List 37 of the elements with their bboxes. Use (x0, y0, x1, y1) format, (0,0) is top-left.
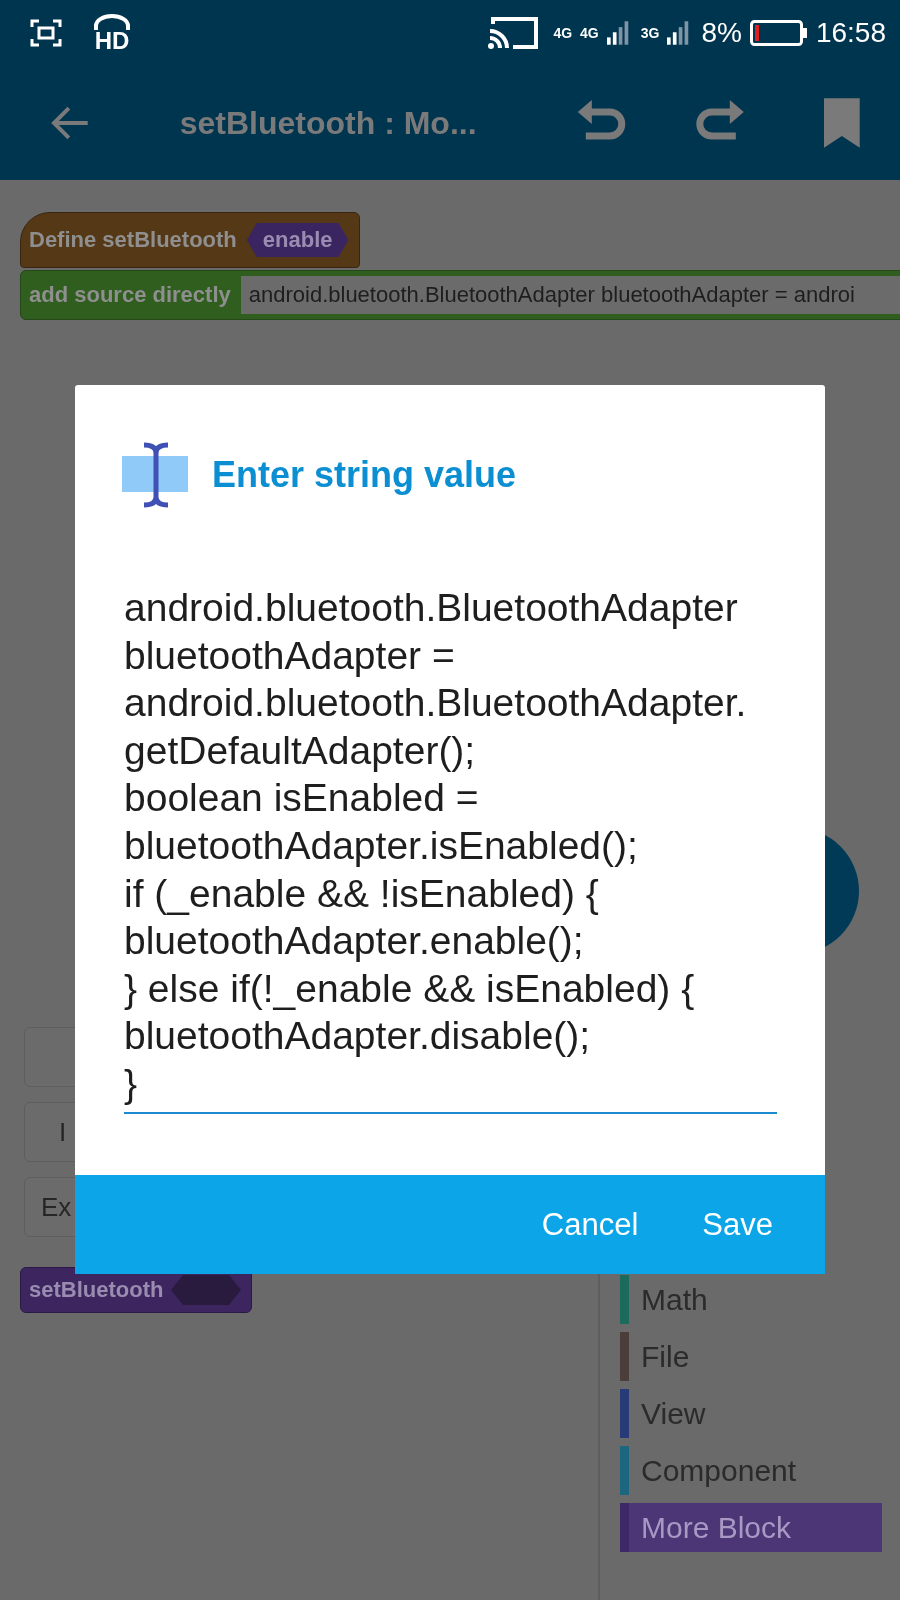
category-label: File (641, 1339, 690, 1374)
block-label: add source directly (29, 282, 231, 308)
bookmark-icon[interactable] (824, 98, 860, 148)
palette-item[interactable]: More Block (620, 1503, 882, 1552)
signal-icon (606, 19, 629, 47)
hd-label: HD (94, 30, 130, 52)
text-input-field[interactable]: android.bluetooth.BluetoothAdapter bluetoothAdapter = android.bluetooth.BluetoothAdapter. getDefaultAdapter(); boolean isEnabled = bluetoothAdapter.isEnabled(); if (_enable && !isEnabled) { bluetoothAdapter.enable(); } else if(!_enable && isEnabled) { bluetoothAdapter.disable(); } (124, 584, 777, 1114)
battery-percent: 8% (701, 17, 742, 49)
dialog-title: Enter string value (212, 454, 517, 496)
signal-icon (667, 19, 690, 47)
palette-item[interactable]: Component (620, 1446, 882, 1495)
define-block[interactable]: Define setBluetooth enable (20, 212, 360, 268)
parameter-chip[interactable]: enable (246, 223, 349, 257)
palette-item[interactable]: Math (620, 1275, 882, 1324)
category-label: Component (641, 1453, 797, 1488)
network-label: 4G (553, 25, 573, 41)
network-label: 4G (580, 25, 599, 41)
category-label: More Block (641, 1510, 792, 1545)
screen-title: setBluetooth : Mo... (179, 104, 478, 142)
source-block[interactable]: add source directly android.bluetooth.BluetoothAdapter bluetoothAdapter = androi (20, 270, 900, 320)
block-label: setBluetooth (29, 1277, 164, 1303)
dialog-button[interactable]: Cancel (529, 1196, 651, 1253)
back-arrow-icon[interactable] (50, 105, 90, 141)
dialog-button[interactable]: Save (690, 1196, 785, 1253)
network-label: 3G (640, 25, 660, 41)
category-label: Math (641, 1282, 708, 1317)
cast-icon (487, 16, 540, 50)
palette-item[interactable]: File (620, 1332, 882, 1381)
text-cursor-icon (122, 442, 188, 508)
block-label: Define setBluetooth (29, 227, 237, 253)
headset-icon (92, 14, 132, 30)
clock: 16:58 (815, 17, 886, 49)
palette-item[interactable]: View (620, 1389, 882, 1438)
screenshot-icon (30, 19, 62, 47)
battery-icon (749, 20, 808, 46)
source-field[interactable]: android.bluetooth.BluetoothAdapter bluetoothAdapter = androi (240, 276, 900, 314)
category-label: View (641, 1396, 706, 1431)
